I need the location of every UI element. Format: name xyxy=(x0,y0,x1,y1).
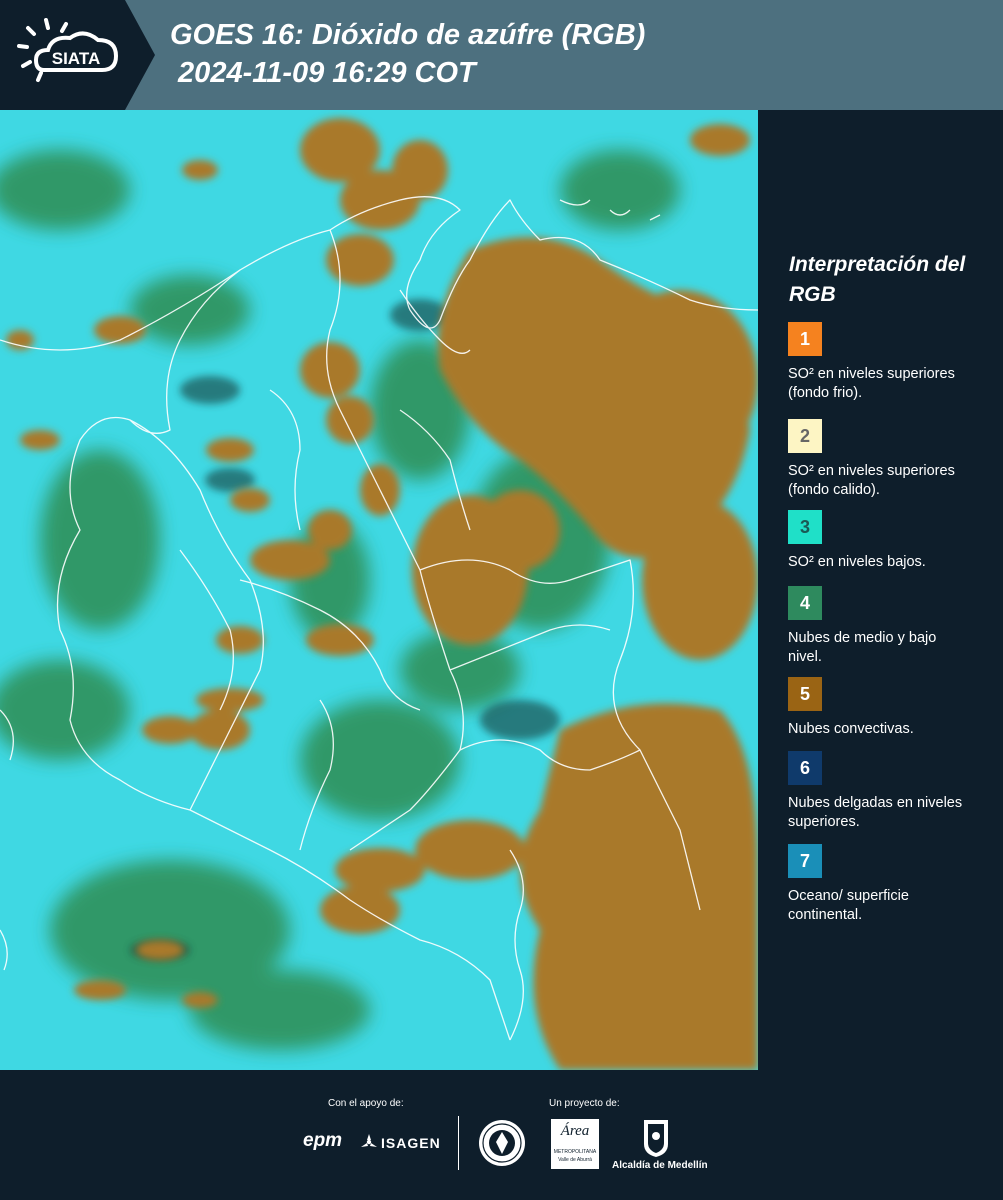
legend-item-4: 4 Nubes de medio y bajo nivel. xyxy=(788,586,973,667)
legend-item-2: 2 SO² en niveles superiores (fondo calid… xyxy=(788,419,973,500)
support-label: Con el apoyo de: xyxy=(328,1098,404,1109)
legend-swatch-3: 3 xyxy=(788,510,822,544)
siata-logo-text: SIATA xyxy=(52,49,100,68)
legend-swatch-1: 1 xyxy=(788,322,822,356)
legend-text-3: SO² en niveles bajos. xyxy=(788,554,926,570)
footer: Con el apoyo de: Un proyecto de: epm ISA… xyxy=(0,1070,1003,1200)
legend-text-4: Nubes de medio y bajo nivel. xyxy=(788,630,937,665)
legend-item-5: 5 Nubes convectivas. xyxy=(788,677,973,739)
medellin-shield-icon xyxy=(644,1120,668,1157)
university-seal-icon xyxy=(479,1120,525,1166)
legend-item-1: 1 SO² en niveles superiores (fondo frio)… xyxy=(788,322,973,403)
legend-text-7: Oceano/ superficie continental. xyxy=(788,888,909,923)
logo-panel: SIATA xyxy=(0,0,155,110)
legend-text-6: Nubes delgadas en niveles superiores. xyxy=(788,795,963,830)
legend-swatch-6: 6 xyxy=(788,751,822,785)
epm-logo: epm xyxy=(303,1130,343,1151)
legend-swatch-7: 7 xyxy=(788,844,822,878)
legend-item-3: 3 SO² en niveles bajos. xyxy=(788,510,973,572)
area-metropolitana-logo: Área METROPOLITANA Valle de Aburrá xyxy=(551,1119,599,1169)
isagen-logo: ISAGEN xyxy=(381,1135,441,1151)
legend-title: Interpretación del RGB xyxy=(789,253,966,306)
legend-text-1: SO² en niveles superiores (fondo frio). xyxy=(788,366,955,401)
siata-logo: SIATA xyxy=(17,18,119,82)
footer-separator xyxy=(458,1116,459,1170)
page-title: GOES 16: Dióxido de azúfre (RGB) 2024-11… xyxy=(170,19,646,89)
satellite-map xyxy=(0,110,758,1070)
legend-swatch-5: 5 xyxy=(788,677,822,711)
legend-text-2: SO² en niveles superiores (fondo calido)… xyxy=(788,463,955,498)
legend-swatch-2: 2 xyxy=(788,419,822,453)
so2-rgb-image xyxy=(0,110,758,1070)
alcaldia-label: Alcaldía de Medellín xyxy=(612,1160,708,1171)
project-label: Un proyecto de: xyxy=(549,1098,620,1109)
legend-item-7: 7 Oceano/ superficie continental. xyxy=(788,844,973,925)
legend-panel: Interpretación del RGB 1 SO² en niveles … xyxy=(760,110,1003,1070)
legend-swatch-4: 4 xyxy=(788,586,822,620)
header-band: SIATA GOES 16: Dióxido de azúfre (RGB) 2… xyxy=(0,0,1003,110)
legend-item-6: 6 Nubes delgadas en niveles superiores. xyxy=(788,751,973,832)
legend-text-5: Nubes convectivas. xyxy=(788,721,914,737)
isagen-icon xyxy=(361,1134,377,1147)
